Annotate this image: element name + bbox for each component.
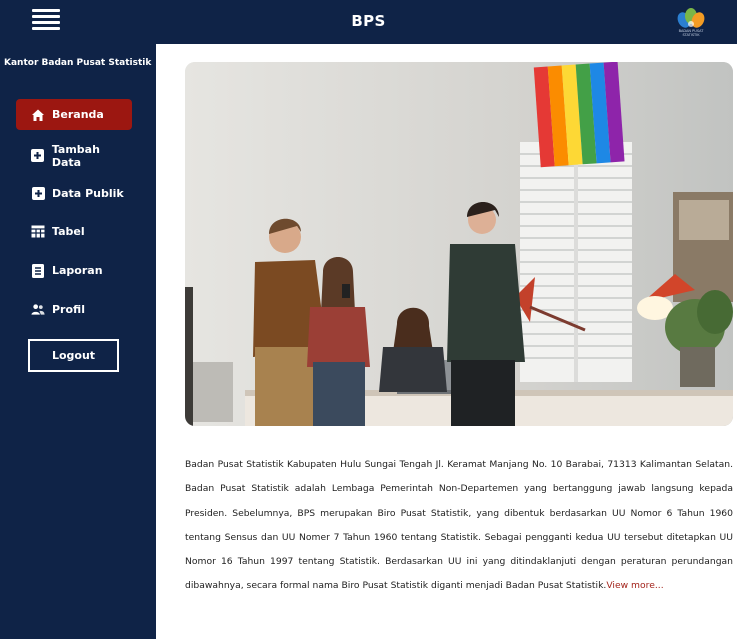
sidebar-item-label: Laporan bbox=[52, 264, 103, 277]
sidebar-item-tabel[interactable]: Tabel bbox=[16, 216, 132, 247]
home-icon bbox=[31, 108, 45, 122]
sidebar-brand: Kantor Badan Pusat Statistik bbox=[4, 58, 152, 68]
report-icon bbox=[31, 263, 45, 278]
main-content: Badan Pusat Statistik Kabupaten Hulu Sun… bbox=[156, 44, 737, 639]
logo-text: BADAN PUSAT STATISTIK bbox=[678, 29, 704, 37]
sidebar-item-label: Tabel bbox=[52, 225, 85, 238]
sidebar-item-profil[interactable]: Profil bbox=[16, 294, 132, 325]
hero-image bbox=[185, 62, 733, 426]
sidebar-item-label: Data Publik bbox=[52, 187, 124, 200]
sidebar-item-label: Tambah Data bbox=[51, 142, 100, 169]
sidebar-item-label: Profil bbox=[52, 303, 85, 316]
rainbow-flag bbox=[533, 62, 625, 168]
sidebar-item-tambah-data[interactable]: Tambah Data bbox=[16, 140, 132, 171]
logout-button[interactable]: Logout bbox=[28, 339, 119, 372]
table-icon bbox=[31, 225, 45, 239]
office-meeting-illustration bbox=[185, 62, 733, 426]
description-text: Badan Pusat Statistik Kabupaten Hulu Sun… bbox=[185, 459, 733, 592]
view-more-link[interactable]: View more... bbox=[606, 580, 663, 591]
sidebar-item-beranda[interactable]: Beranda bbox=[16, 99, 132, 130]
page-title: BPS bbox=[351, 12, 386, 30]
sidebar-item-laporan[interactable]: Laporan bbox=[16, 255, 132, 286]
sidebar-item-label: Beranda bbox=[52, 108, 104, 121]
users-icon bbox=[31, 303, 45, 317]
window-blinds bbox=[520, 142, 632, 382]
app-window: BPS BADAN PUSAT STATISTIK Kantor Badan P… bbox=[0, 0, 737, 639]
sidebar: Kantor Badan Pusat Statistik Beranda Tam… bbox=[0, 44, 156, 639]
description-paragraph: Badan Pusat Statistik Kabupaten Hulu Sun… bbox=[185, 453, 733, 599]
plus-square-icon bbox=[31, 187, 45, 201]
plus-square-icon bbox=[31, 149, 45, 163]
top-bar: BPS BADAN PUSAT STATISTIK bbox=[0, 0, 737, 44]
sidebar-item-data-publik[interactable]: Data Publik bbox=[16, 178, 132, 209]
bps-logo: BADAN PUSAT STATISTIK bbox=[671, 4, 711, 38]
